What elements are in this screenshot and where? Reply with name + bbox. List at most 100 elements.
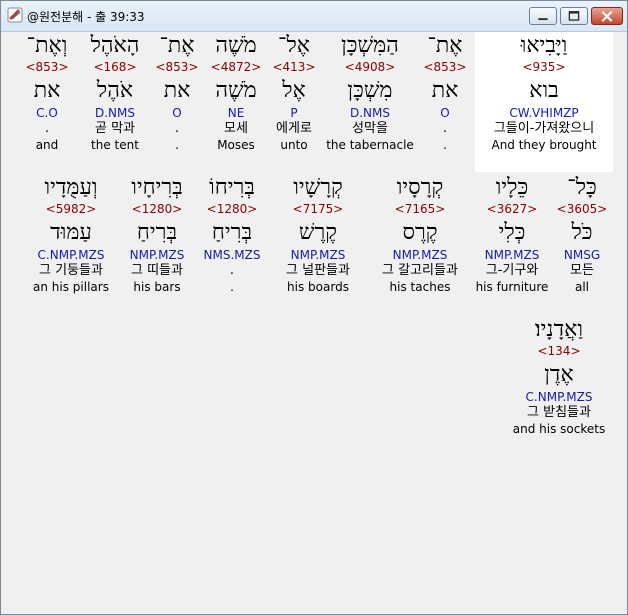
app-icon [7, 7, 23, 23]
parsing-code: NMP.MZS [484, 248, 540, 262]
strong-number: <134> [537, 344, 581, 358]
english-gloss: And they brought [491, 138, 597, 152]
strong-number: <4908> [344, 60, 396, 74]
parsing-code: P [290, 106, 298, 120]
korean-gloss: . [174, 121, 180, 136]
english-gloss: his bars [133, 280, 181, 294]
maximize-button[interactable] [560, 7, 588, 25]
word-cell[interactable]: קְרָשָׁיו <7175> קֶרֶשׁ NMP.MZS 그 널판들과 h… [271, 174, 365, 294]
word-cell[interactable]: וַיָּבִיאוּ <935> בוא CW.VHIMZP 그들이-가져왔으… [475, 32, 613, 172]
minimize-button[interactable] [529, 7, 557, 25]
word-cell[interactable]: וַאֲדָנָיו׃ <134> אֶדֶן C.NMP.MZS 그 받침들과… [507, 316, 611, 436]
strong-number: <5982> [45, 202, 97, 216]
hebrew-word: בְּרִיחָיו [131, 175, 183, 200]
hebrew-root: אֶל [282, 78, 306, 103]
korean-gloss: . [229, 263, 235, 278]
hebrew-word: כָּל־ [567, 175, 597, 200]
parsing-code: C.NMP.MZS [37, 248, 105, 262]
parsing-code: D.NMS [349, 106, 390, 120]
parsing-code: NE [227, 106, 245, 120]
parsing-code: D.NMS [94, 106, 135, 120]
english-gloss: all [574, 280, 590, 294]
maximize-icon [568, 11, 580, 21]
hebrew-root: כֹּל [571, 220, 593, 245]
word-cell[interactable]: אֶל־ <413> אֶל P 에게로 unto [269, 32, 319, 152]
hebrew-root: בְּרִיחַ [136, 220, 178, 245]
word-cell[interactable]: אֶת־ <853> את O . . [419, 32, 471, 152]
korean-gloss: 그 갈고리들과 [382, 263, 458, 278]
korean-gloss: 그 널판들과 [286, 263, 350, 278]
korean-gloss: 그 띠들과 [131, 263, 183, 278]
parsing-code: NMS.MZS [203, 248, 261, 262]
english-gloss: the tabernacle [326, 138, 414, 152]
strong-number: <853> [423, 60, 467, 74]
parsing-code: C.NMP.MZS [525, 390, 593, 404]
hebrew-word: קְרָשָׁיו [293, 175, 343, 200]
strong-number: <168> [93, 60, 137, 74]
strong-number: <1280> [206, 202, 258, 216]
word-cell[interactable]: הָאֹהֶל <168> אֹהֶל D.NMS 곧 막과 the tent [83, 32, 147, 152]
english-gloss: and [35, 138, 59, 152]
english-gloss: Moses [217, 138, 255, 152]
korean-gloss: 그-기구와 [485, 263, 539, 278]
english-gloss: unto [280, 138, 308, 152]
strong-number: <853> [25, 60, 69, 74]
korean-gloss: 모세 [224, 121, 248, 136]
word-cell[interactable]: בְּרִיחוֹ <1280> בְּרִיחַ NMS.MZS . . [197, 174, 267, 294]
english-gloss: . [175, 138, 179, 152]
hebrew-root: מֹשֶׁה [215, 78, 257, 103]
strong-number: <7175> [292, 202, 344, 216]
strong-number: <7165> [394, 202, 446, 216]
hebrew-word: הָאֹהֶל [90, 33, 140, 58]
word-cell[interactable]: מֹשֶׁה <4872> מֹשֶׁה NE 모세 Moses [207, 32, 265, 152]
parsing-code: NMP.MZS [290, 248, 346, 262]
hebrew-word: כֵּלָיו [495, 175, 529, 200]
hebrew-root: קֶרֶס [402, 220, 438, 245]
hebrew-root: את [431, 78, 459, 103]
english-gloss: . [230, 280, 234, 294]
hebrew-root: קֶרֶשׁ [298, 220, 338, 245]
english-gloss: his boards [287, 280, 349, 294]
word-cell[interactable]: כֵּלָיו <3627> כְּלִי NMP.MZS 그-기구와 his … [475, 174, 549, 294]
word-cell[interactable]: הַמִּשְׁכָּן <4908> מִשְׁכָּן D.NMS 성막을 … [323, 32, 417, 152]
word-cell[interactable]: כָּל־ <3605> כֹּל NMSG 모든 all [553, 174, 611, 294]
parsing-code: CW.VHIMZP [509, 106, 579, 120]
korean-gloss: 그들이-가져왔으니 [493, 121, 595, 136]
word-cell[interactable]: וְעַמֻּדָיו <5982> עַמּוּד C.NMP.MZS 그 기… [25, 174, 117, 294]
parsing-code: NMP.MZS [129, 248, 185, 262]
strong-number: <1280> [131, 202, 183, 216]
minimize-icon [538, 18, 548, 21]
hebrew-root: מִשְׁכָּן [347, 78, 393, 103]
word-cell[interactable]: אֶת־ <853> את O . . [151, 32, 203, 152]
word-cell[interactable]: קְרָסָיו <7165> קֶרֶס NMP.MZS 그 갈고리들과 hi… [369, 174, 471, 294]
hebrew-root: את [33, 78, 61, 103]
english-gloss: his furniture [475, 280, 549, 294]
hebrew-word: אֶת־ [159, 33, 195, 58]
korean-gloss: . [442, 121, 448, 136]
word-cell[interactable]: וְאֶת־ <853> את C.O . and [17, 32, 77, 152]
korean-gloss: . [44, 121, 50, 136]
strong-number: <853> [155, 60, 199, 74]
korean-gloss: 곧 막과 [94, 121, 135, 136]
close-button[interactable] [591, 7, 623, 25]
parsing-code: C.O [36, 106, 58, 120]
english-gloss: his taches [389, 280, 451, 294]
strong-number: <935> [522, 60, 566, 74]
hebrew-root: בְּרִיחַ [211, 220, 253, 245]
hebrew-root: עַמּוּד [50, 220, 92, 245]
title-bar[interactable]: @원전분해 - 출 39:33 [1, 1, 627, 32]
hebrew-root: את [163, 78, 191, 103]
english-gloss: an his pillars [33, 280, 109, 294]
parsing-code: O [440, 106, 450, 120]
hebrew-word: אֶת־ [427, 33, 463, 58]
word-cell[interactable]: בְּרִיחָיו <1280> בְּרִיחַ NMP.MZS 그 띠들과… [121, 174, 193, 294]
parsing-code: NMSG [563, 248, 601, 262]
strong-number: <413> [272, 60, 316, 74]
hebrew-root: אֹהֶל [96, 78, 134, 103]
parsing-code: NMP.MZS [392, 248, 448, 262]
hebrew-root: כְּלִי [498, 220, 526, 245]
hebrew-word: הַמִּשְׁכָּן [341, 33, 399, 58]
parsing-code: O [172, 106, 182, 120]
strong-number: <3627> [486, 202, 538, 216]
hebrew-word: אֶל־ [278, 33, 310, 58]
